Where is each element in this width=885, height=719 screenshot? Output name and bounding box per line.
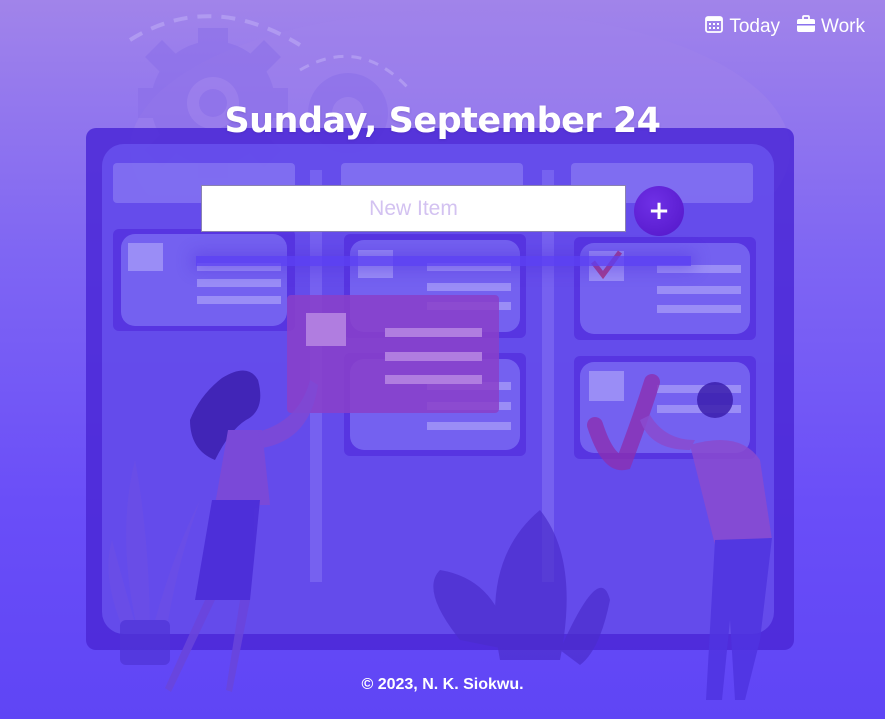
nav-link-today[interactable]: Today <box>704 14 780 40</box>
calendar-icon <box>704 14 724 40</box>
nav-link-work[interactable]: Work <box>796 14 865 40</box>
footer-copyright: © 2023, N. K. Siokwu. <box>361 676 524 693</box>
briefcase-icon <box>796 14 816 40</box>
new-item-input[interactable] <box>201 185 626 232</box>
page-title: Sunday, September 24 <box>224 101 661 141</box>
todo-list-divider <box>196 256 691 266</box>
add-item-button[interactable]: + <box>634 186 684 236</box>
nav-link-work-label: Work <box>821 16 865 37</box>
nav-link-today-label: Today <box>729 16 781 37</box>
top-nav: Today Work <box>704 14 865 40</box>
